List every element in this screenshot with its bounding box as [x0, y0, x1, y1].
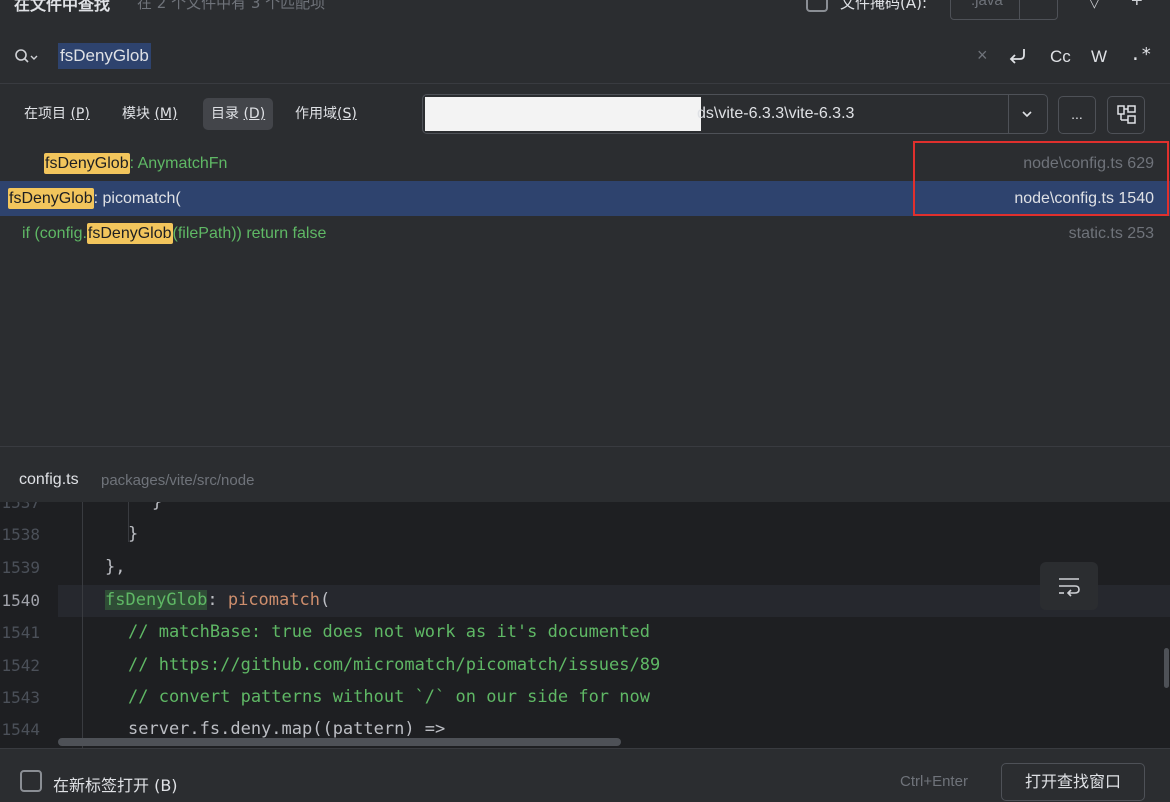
- scope-row: 在项目 (P) 模块 (M) 目录 (D) 作用域(S) ds\vite-6.3…: [0, 84, 1170, 146]
- line-number: 1540: [1, 591, 40, 610]
- browse-button[interactable]: ...: [1058, 96, 1096, 134]
- code-line: },: [105, 557, 126, 577]
- code-line: fsDenyGlob: picomatch(: [105, 590, 331, 610]
- line-gutter: 1537 1538 1539 1540 1541 1542 1543 1544: [0, 502, 58, 748]
- file-mask-label: 文件掩码(A):: [840, 0, 928, 12]
- code-line: }: [128, 524, 139, 544]
- preview-file-name: config.ts: [19, 471, 79, 488]
- redacted-path: [425, 97, 701, 131]
- footer: 在新标签打开 (B) Ctrl+Enter 打开查找窗口: [0, 748, 1170, 802]
- result-row[interactable]: fsDenyGlob: picomatch( node\config.ts 15…: [0, 181, 1170, 216]
- line-number: 1537: [1, 502, 40, 512]
- dialog-title: 在文件中查找: [14, 0, 111, 14]
- soft-wrap-icon[interactable]: [1040, 562, 1098, 610]
- code-line: server.fs.deny.map((pattern) =>: [128, 719, 446, 739]
- match-case-toggle[interactable]: Cc: [1050, 47, 1071, 67]
- search-row: fsDenyGlob × Cc W .*: [0, 30, 1170, 84]
- indent-guide: [82, 502, 83, 748]
- match-highlight: fsDenyGlob: [44, 153, 130, 174]
- code-line: // https://github.com/micromatch/picomat…: [128, 655, 661, 675]
- directory-path: ds\vite-6.3.3\vite-6.3.3: [697, 105, 855, 122]
- combo-divider: [1008, 95, 1009, 133]
- line-number: 1542: [1, 656, 40, 675]
- code-line: // convert patterns without `/` on our s…: [128, 687, 650, 707]
- open-in-new-tab-label: 在新标签打开 (B): [53, 776, 178, 795]
- line-number: 1541: [1, 623, 40, 642]
- vertical-scrollbar[interactable]: [1164, 648, 1169, 688]
- line-number: 1539: [1, 558, 40, 577]
- line-number: 1538: [1, 525, 40, 544]
- result-row[interactable]: if (config.fsDenyGlob(filePath)) return …: [0, 216, 1170, 251]
- preview-header: config.ts packages/vite/src/node: [0, 446, 1170, 502]
- line-number: 1544: [1, 720, 40, 739]
- shortcut-hint: Ctrl+Enter: [900, 773, 968, 790]
- tab-module[interactable]: 模块 (M): [114, 98, 185, 130]
- line-number: 1543: [1, 688, 40, 707]
- open-find-window-button[interactable]: 打开查找窗口: [1001, 763, 1145, 801]
- pin-icon[interactable]: ▽: [1089, 0, 1100, 11]
- directory-combo[interactable]: ds\vite-6.3.3\vite-6.3.3: [422, 94, 1048, 134]
- combo-divider: [1019, 0, 1020, 19]
- search-history-icon[interactable]: [14, 48, 38, 66]
- words-toggle[interactable]: W: [1091, 47, 1107, 67]
- file-mask-checkbox[interactable]: [806, 0, 828, 12]
- code-preview[interactable]: 1537 1538 1539 1540 1541 1542 1543 1544 …: [0, 502, 1170, 748]
- module-tree-icon[interactable]: [1107, 96, 1145, 134]
- preview-file-path: packages/vite/src/node: [101, 472, 255, 489]
- horizontal-scrollbar[interactable]: [58, 738, 621, 746]
- result-location: node\config.ts 629: [1023, 155, 1154, 172]
- title-bar: 在文件中查找 在 2 个文件中有 3 个匹配项 文件掩码(A): .java ▽…: [0, 0, 1170, 30]
- match-highlight: fsDenyGlob: [8, 188, 94, 209]
- clear-icon[interactable]: ×: [977, 45, 988, 66]
- file-mask-combo[interactable]: .java: [950, 0, 1058, 20]
- tab-project[interactable]: 在项目 (P): [16, 98, 98, 130]
- match-highlight: fsDenyGlob: [86, 223, 173, 244]
- match-summary: 在 2 个文件中有 3 个匹配项: [137, 0, 326, 12]
- result-row[interactable]: fsDenyGlob: AnymatchFn node\config.ts 62…: [0, 146, 1170, 181]
- plus-icon[interactable]: +: [1131, 0, 1143, 13]
- code-line: // matchBase: true does not work as it's…: [128, 622, 650, 642]
- open-in-new-tab-checkbox[interactable]: [20, 770, 42, 792]
- regex-toggle[interactable]: .*: [1130, 44, 1152, 65]
- chevron-down-icon[interactable]: [1020, 107, 1034, 121]
- result-location: node\config.ts 1540: [1014, 190, 1154, 207]
- results-list: fsDenyGlob: AnymatchFn node\config.ts 62…: [0, 146, 1170, 446]
- match-highlight: fsDenyGlob: [105, 590, 208, 610]
- file-mask-value: .java: [971, 0, 1003, 9]
- search-input[interactable]: fsDenyGlob: [58, 43, 151, 69]
- tab-directory[interactable]: 目录 (D): [203, 98, 274, 130]
- tab-scope[interactable]: 作用域(S): [287, 98, 365, 130]
- code-line: }: [152, 502, 163, 512]
- result-location: static.ts 253: [1068, 225, 1154, 242]
- regex-swap-icon[interactable]: [1006, 44, 1030, 68]
